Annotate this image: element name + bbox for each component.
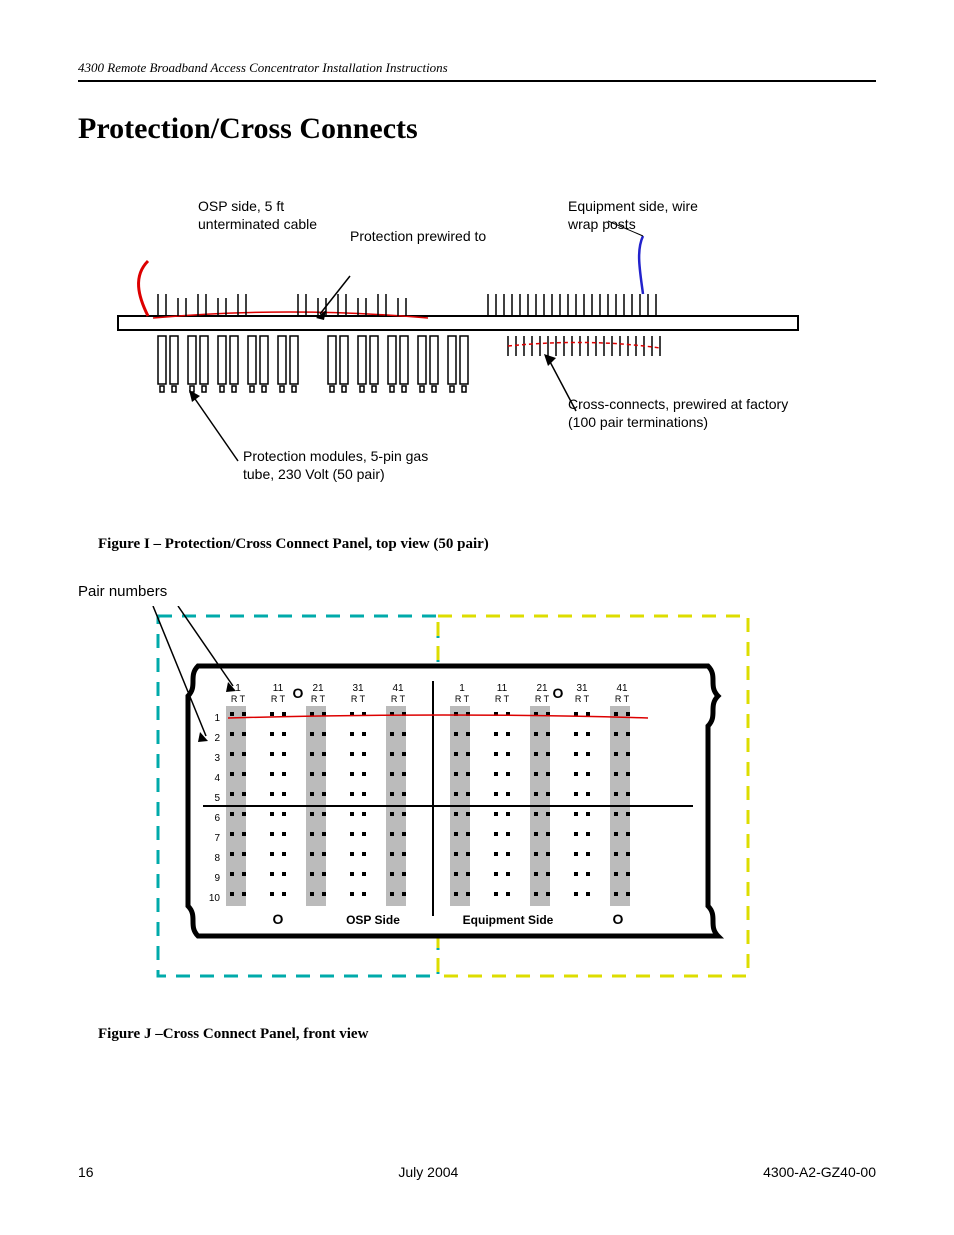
svg-text:R T: R T	[535, 694, 550, 704]
figure-i-caption: Figure I – Protection/Cross Connect Pane…	[98, 536, 876, 553]
svg-text:O: O	[293, 685, 304, 701]
svg-text:31: 31	[352, 683, 364, 694]
svg-text:3: 3	[214, 753, 220, 764]
svg-text:Equipment Side: Equipment Side	[463, 913, 554, 927]
svg-text:11: 11	[273, 683, 284, 694]
svg-text:R T: R T	[495, 694, 510, 704]
svg-text:R T: R T	[231, 694, 246, 704]
svg-text:2: 2	[214, 733, 220, 744]
figure-j-caption: Figure J –Cross Connect Panel, front vie…	[98, 1026, 876, 1043]
label-prot-prewired: Protection prewired to	[350, 228, 550, 246]
section-title: Protection/Cross Connects	[78, 112, 876, 146]
label-cross-connects: Cross-connects, prewired at factory (100…	[568, 396, 798, 431]
label-equip-side: Equipment side, wire wrap posts	[568, 198, 728, 233]
svg-text:OSP Side: OSP Side	[346, 913, 400, 927]
svg-text:R T: R T	[271, 694, 286, 704]
svg-text:8: 8	[214, 853, 220, 864]
figure-i-diagram: OSP side, 5 ft unterminated cable Protec…	[88, 186, 868, 516]
svg-text:O: O	[553, 685, 564, 701]
label-modules: Protection modules, 5-pin gas tube, 230 …	[243, 448, 443, 483]
svg-text:21: 21	[312, 683, 324, 694]
svg-text:R T: R T	[391, 694, 406, 704]
svg-text:4: 4	[214, 773, 220, 784]
svg-text:9: 9	[214, 873, 220, 884]
svg-text:1: 1	[459, 683, 465, 694]
pair-numbers-label: Pair numbers	[78, 583, 876, 600]
svg-text:O: O	[613, 911, 624, 927]
figure-j-diagram: 1 11 21 31 41 1 11 21 31 41 R T R T R T …	[148, 606, 848, 1006]
svg-text:5: 5	[214, 793, 220, 804]
svg-text:1: 1	[235, 683, 241, 694]
svg-text:R T: R T	[615, 694, 630, 704]
svg-text:21: 21	[536, 683, 548, 694]
running-header: 4300 Remote Broadband Access Concentrato…	[78, 60, 876, 82]
label-osp-side: OSP side, 5 ft unterminated cable	[198, 198, 338, 233]
footer-date: July 2004	[398, 1164, 458, 1180]
svg-text:R T: R T	[311, 694, 326, 704]
svg-text:6: 6	[214, 813, 220, 824]
footer-docnum: 4300-A2-GZ40-00	[763, 1164, 876, 1180]
svg-text:1: 1	[214, 713, 220, 724]
svg-text:11: 11	[497, 683, 508, 694]
footer-page: 16	[78, 1164, 94, 1180]
svg-text:O: O	[273, 911, 284, 927]
svg-text:31: 31	[576, 683, 588, 694]
page-footer: 16 July 2004 4300-A2-GZ40-00	[78, 1164, 876, 1180]
svg-text:R T: R T	[351, 694, 366, 704]
svg-text:7: 7	[214, 833, 220, 844]
svg-text:R T: R T	[575, 694, 590, 704]
svg-text:41: 41	[616, 683, 628, 694]
svg-text:41: 41	[392, 683, 404, 694]
svg-text:R T: R T	[455, 694, 470, 704]
svg-text:10: 10	[209, 893, 221, 904]
